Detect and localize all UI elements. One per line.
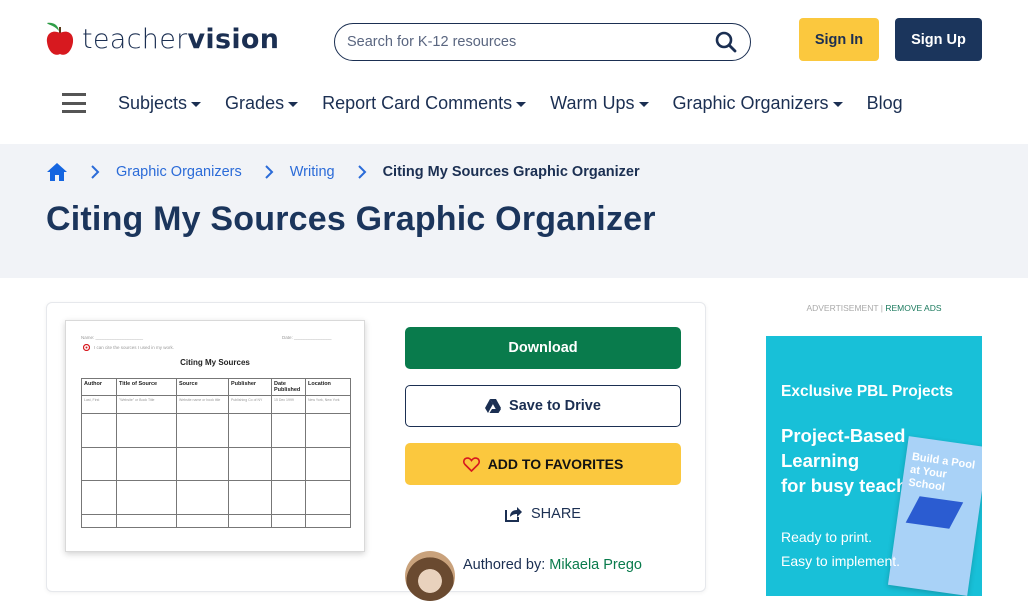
main-nav: Subjects Grades Report Card Comments War… (62, 84, 927, 122)
breadcrumb-graphic-organizers[interactable]: Graphic Organizers (116, 164, 242, 180)
target-icon (83, 344, 90, 351)
ad-headline: Exclusive PBL Projects (781, 383, 954, 400)
worksheet-preview[interactable]: Name: ___________________ Date: ________… (65, 320, 365, 552)
caret-down-icon (516, 101, 527, 107)
chevron-right-icon (265, 165, 274, 179)
logo[interactable]: teachervision (46, 20, 279, 58)
chevron-right-icon (91, 165, 100, 179)
caret-down-icon (832, 101, 843, 107)
ws-cell: "Website" or Book Title (116, 395, 177, 415)
nav-item-graphic-organizers[interactable]: Graphic Organizers (673, 93, 843, 114)
nav-item-warm-ups[interactable]: Warm Ups (550, 92, 649, 114)
nav-item-grades[interactable]: Grades (225, 92, 299, 114)
add-to-favorites-button[interactable]: ADD TO FAVORITES (405, 443, 681, 485)
caret-down-icon (191, 101, 202, 107)
search-box (334, 23, 751, 61)
home-icon[interactable] (46, 161, 68, 183)
caret-down-icon (638, 101, 649, 107)
search-input[interactable] (347, 34, 714, 50)
nav-item-label: Warm Ups (550, 92, 635, 113)
title-band: Graphic Organizers Writing Citing My Sou… (0, 144, 1028, 278)
nav-item-report-card-comments[interactable]: Report Card Comments (322, 92, 527, 114)
sidebar-ad[interactable]: Exclusive PBL Projects Project-Based Lea… (766, 336, 982, 596)
author-avatar (405, 551, 455, 601)
author-label: Authored by: (463, 557, 546, 573)
share-label: SHARE (531, 506, 581, 522)
pool-illustration (905, 496, 964, 529)
download-button[interactable]: Download (405, 327, 681, 369)
ad-book-title: Build a Pool at Your School (907, 450, 976, 494)
remove-ads-link[interactable]: REMOVE ADS (885, 303, 941, 313)
author-info: Authored by: Mikaela Prego (405, 551, 642, 601)
hamburger-menu-icon[interactable] (62, 93, 86, 113)
resource-actions: Download Save to Drive ADD TO FAVORITES … (405, 327, 681, 601)
breadcrumb-writing[interactable]: Writing (290, 164, 335, 180)
ws-col-header: Source (176, 377, 229, 397)
ws-col-header: Title of Source (116, 377, 177, 397)
share-button[interactable]: SHARE (405, 503, 681, 525)
ad-line-2: Easy to implement. (781, 553, 901, 569)
ad-line-1: Ready to print. (781, 529, 873, 545)
ws-cell: Website name or book title (176, 395, 229, 415)
nav-item-label: Graphic Organizers (672, 92, 829, 113)
ws-col-header: Publisher (228, 377, 272, 397)
caret-down-icon (288, 101, 299, 107)
ws-cell: New York, New York (305, 395, 351, 415)
share-icon (505, 507, 523, 522)
worksheet-objective: I can cite the sources I used in my work… (94, 345, 175, 350)
ws-cell: Last, First (81, 395, 117, 415)
logo-text: teachervision (82, 24, 279, 55)
sign-up-button[interactable]: Sign Up (895, 18, 982, 61)
nav-item-subjects[interactable]: Subjects (118, 92, 202, 114)
worksheet-name-field: Name: ___________________ (81, 335, 144, 340)
nav-item-label: Blog (866, 92, 903, 113)
save-to-drive-label: Save to Drive (509, 398, 601, 414)
ws-col-header: Date Published (271, 377, 306, 397)
heart-icon (462, 456, 480, 472)
nav-item-label: Subjects (118, 92, 188, 113)
logo-text-light: teacher (82, 23, 188, 55)
ws-cell: Publishing Co of NY (228, 395, 272, 415)
chevron-right-icon (357, 165, 366, 179)
nav-item-label: Report Card Comments (322, 92, 513, 113)
page-title: Citing My Sources Graphic Organizer (46, 200, 656, 238)
advertisement-label: ADVERTISEMENT | REMOVE ADS (806, 303, 942, 313)
ws-col-header: Location (305, 377, 351, 397)
search-icon[interactable] (714, 30, 738, 54)
worksheet-date-field: Date: _______________ (282, 335, 332, 340)
nav-item-label: Grades (225, 92, 285, 113)
site-header: teachervision Sign In Sign Up Subjects G… (0, 0, 1028, 144)
google-drive-icon (485, 399, 502, 413)
resource-card: Name: ___________________ Date: ________… (46, 302, 706, 601)
author-name-link[interactable]: Mikaela Prego (549, 557, 642, 573)
sign-in-button[interactable]: Sign In (799, 18, 879, 61)
worksheet-table: Author Title of Source Source Publisher … (81, 377, 351, 529)
ws-cell: 15 Dec 1999 (271, 395, 306, 415)
apple-logo-icon (46, 22, 74, 55)
logo-text-bold: vision (187, 23, 280, 55)
save-to-drive-button[interactable]: Save to Drive (405, 385, 681, 427)
add-to-favorites-label: ADD TO FAVORITES (487, 456, 624, 472)
nav-item-blog[interactable]: Blog (867, 93, 903, 114)
ad-label-text: ADVERTISEMENT (806, 303, 879, 313)
ws-col-header: Author (81, 377, 117, 397)
breadcrumb: Graphic Organizers Writing Citing My Sou… (46, 160, 640, 184)
worksheet-title: Citing My Sources (180, 358, 250, 367)
breadcrumb-current: Citing My Sources Graphic Organizer (382, 164, 640, 180)
